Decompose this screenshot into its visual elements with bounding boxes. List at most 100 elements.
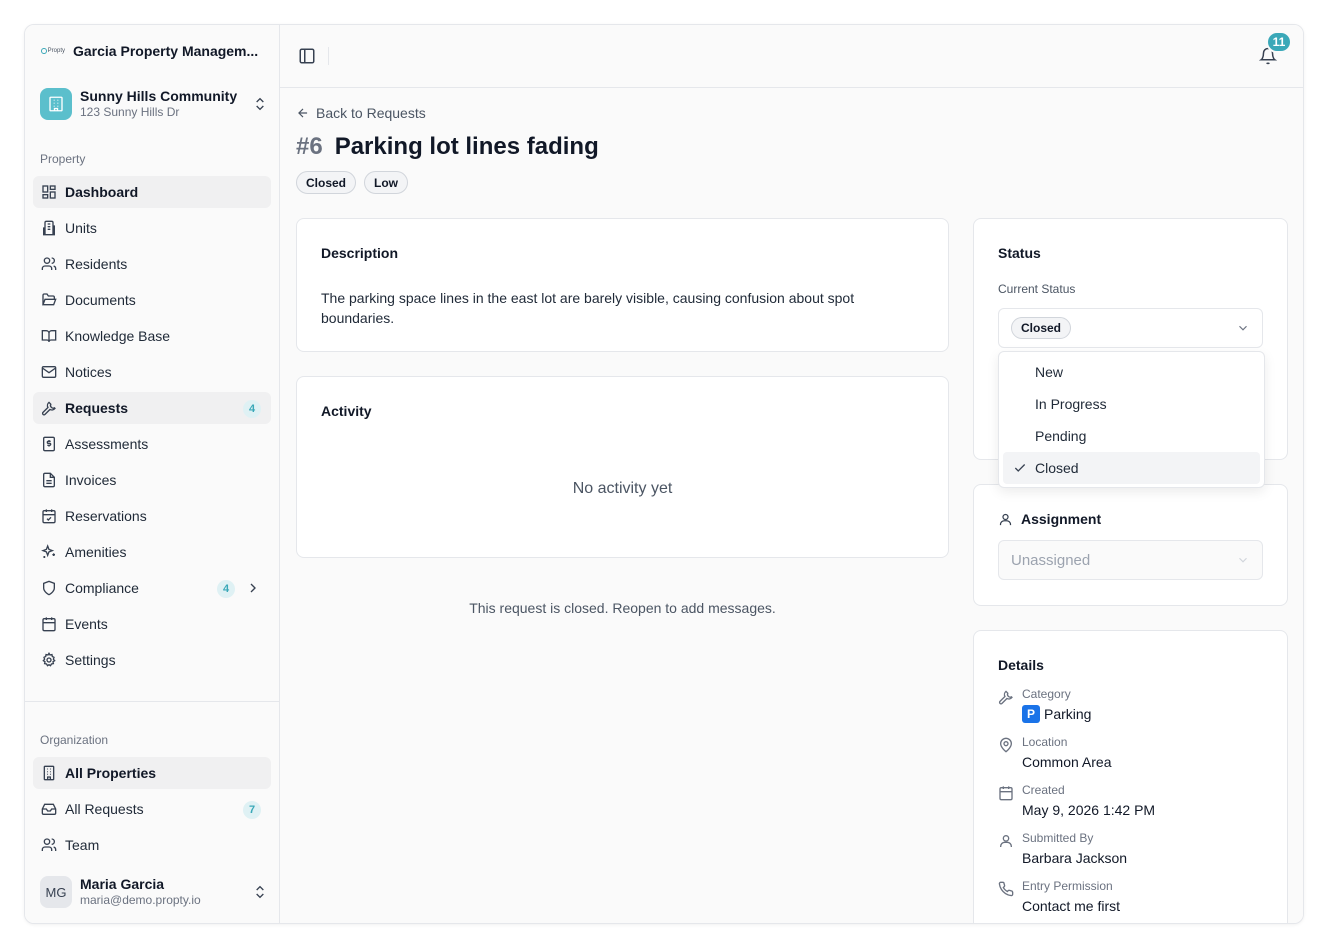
assignee-select-value: Unassigned bbox=[1011, 551, 1091, 569]
sidebar-item-label: Team bbox=[65, 837, 100, 853]
sidebar-item-label: Amenities bbox=[65, 544, 127, 560]
sidebar-item-events[interactable]: Events bbox=[33, 608, 271, 640]
closed-request-note: This request is closed. Reopen to add me… bbox=[469, 600, 776, 616]
status-option-closed[interactable]: Closed bbox=[1003, 452, 1260, 484]
sidebar-item-reservations[interactable]: Reservations bbox=[33, 500, 271, 532]
assignment-title: Assignment bbox=[1021, 511, 1102, 527]
building-icon bbox=[40, 88, 72, 120]
sidebar-item-assessments[interactable]: Assessments bbox=[33, 428, 271, 460]
sidebar-item-amenities[interactable]: Amenities bbox=[33, 536, 271, 568]
file-text-icon bbox=[41, 472, 57, 488]
organization-nav: All Properties All Requests 7 Team bbox=[33, 757, 271, 865]
assignee-select[interactable]: Unassigned bbox=[998, 540, 1263, 580]
building-icon bbox=[41, 765, 57, 781]
notification-count-badge: 11 bbox=[1266, 31, 1292, 53]
page-title: #6 Parking lot lines fading bbox=[296, 133, 599, 161]
detail-label: Category bbox=[1022, 687, 1071, 701]
status-option-new[interactable]: New bbox=[1003, 356, 1260, 388]
assignment-header: Assignment bbox=[998, 511, 1101, 527]
folder-open-icon bbox=[41, 292, 57, 308]
sidebar-item-team[interactable]: Team bbox=[33, 829, 271, 861]
detail-label: Location bbox=[1022, 735, 1068, 749]
chevron-down-icon bbox=[1239, 325, 1247, 331]
sidebar-item-invoices[interactable]: Invoices bbox=[33, 464, 271, 496]
status-select-value: Closed bbox=[1011, 317, 1072, 339]
sidebar-item-label: Compliance bbox=[65, 580, 139, 596]
property-switcher[interactable]: Sunny Hills Community 123 Sunny Hills Dr bbox=[40, 87, 268, 121]
status-select[interactable]: Closed bbox=[998, 308, 1263, 348]
status-option-label: Closed bbox=[1035, 460, 1079, 476]
status-option-pending[interactable]: Pending bbox=[1003, 420, 1260, 452]
detail-label: Entry Permission bbox=[1022, 879, 1113, 893]
gear-icon bbox=[41, 652, 57, 668]
detail-location: Location Common Area bbox=[998, 735, 1111, 772]
user-name: Maria Garcia bbox=[80, 876, 165, 892]
section-label-property: Property bbox=[40, 152, 86, 166]
activity-title: Activity bbox=[321, 403, 372, 419]
sidebar-item-label: Reservations bbox=[65, 508, 147, 524]
details-title: Details bbox=[998, 657, 1044, 673]
sidebar-item-label: Dashboard bbox=[65, 184, 139, 200]
status-badge: Closed bbox=[296, 171, 357, 194]
user-menu[interactable]: MG Maria Garcia maria@demo.propty.io bbox=[40, 875, 268, 909]
current-status-label: Current Status bbox=[998, 282, 1076, 296]
building-icon bbox=[41, 220, 57, 236]
sidebar-item-knowledge-base[interactable]: Knowledge Base bbox=[33, 320, 271, 352]
sidebar-item-compliance[interactable]: Compliance 4 bbox=[33, 572, 271, 604]
topbar-separator bbox=[328, 47, 329, 65]
calendar-icon bbox=[999, 786, 1013, 801]
request-title: Parking lot lines fading bbox=[334, 133, 599, 160]
detail-label: Submitted By bbox=[1022, 831, 1094, 845]
priority-badge: Low bbox=[364, 171, 409, 194]
sidebar-toggle-icon[interactable] bbox=[298, 47, 316, 65]
sidebar-item-settings[interactable]: Settings bbox=[33, 644, 271, 676]
activity-card: Activity No activity yet bbox=[296, 376, 949, 558]
sidebar: Propty Garcia Property Managem... Sunny … bbox=[25, 25, 280, 923]
parking-icon: P bbox=[1022, 705, 1040, 723]
sidebar-item-residents[interactable]: Residents bbox=[33, 248, 271, 280]
chevron-right-icon[interactable] bbox=[245, 580, 261, 596]
description-title: Description bbox=[321, 245, 399, 261]
back-to-requests-link[interactable]: Back to Requests bbox=[296, 105, 426, 121]
sidebar-item-label: Settings bbox=[65, 652, 116, 668]
sidebar-item-documents[interactable]: Documents bbox=[33, 284, 271, 316]
phone-icon bbox=[998, 881, 1014, 897]
detail-value: Parking bbox=[1044, 706, 1092, 722]
users-icon bbox=[41, 256, 57, 272]
requests-count-badge: 4 bbox=[243, 400, 261, 418]
sidebar-item-dashboard[interactable]: Dashboard bbox=[33, 176, 271, 208]
status-option-in-progress[interactable]: In Progress bbox=[1003, 388, 1260, 420]
wrench-icon bbox=[41, 400, 57, 416]
dashboard-icon bbox=[41, 184, 57, 200]
sparkles-icon bbox=[41, 544, 57, 560]
detail-value: Barbara Jackson bbox=[1022, 850, 1128, 866]
sidebar-item-label: Notices bbox=[65, 364, 112, 380]
sidebar-item-label: All Requests bbox=[65, 801, 144, 817]
sidebar-item-notices[interactable]: Notices bbox=[33, 356, 271, 388]
sidebar-item-requests[interactable]: Requests 4 bbox=[33, 392, 271, 424]
org-header[interactable]: Propty Garcia Property Managem... bbox=[41, 43, 269, 59]
avatar: MG bbox=[40, 876, 72, 908]
topbar: 11 bbox=[280, 25, 1303, 88]
org-name: Garcia Property Managem... bbox=[73, 43, 259, 59]
users-icon bbox=[41, 837, 57, 853]
chevrons-up-down-icon bbox=[256, 97, 264, 111]
property-address: 123 Sunny Hills Dr bbox=[80, 105, 180, 119]
sidebar-item-units[interactable]: Units bbox=[33, 212, 271, 244]
sidebar-item-label: Residents bbox=[65, 256, 128, 272]
chevron-down-icon bbox=[1239, 557, 1247, 563]
check-icon bbox=[1014, 464, 1026, 472]
detail-value: Common Area bbox=[1022, 754, 1112, 770]
sidebar-item-label: All Properties bbox=[65, 765, 157, 781]
shield-icon bbox=[41, 580, 57, 596]
arrow-left-icon bbox=[298, 108, 308, 118]
property-nav: Dashboard Units Residents Documents Know… bbox=[33, 176, 271, 680]
status-title: Status bbox=[998, 245, 1041, 261]
detail-label: Created bbox=[1022, 783, 1065, 797]
description-text: The parking space lines in the east lot … bbox=[321, 290, 855, 326]
activity-empty-state: No activity yet bbox=[572, 480, 673, 497]
sidebar-item-all-properties[interactable]: All Properties bbox=[33, 757, 271, 789]
sidebar-item-all-requests[interactable]: All Requests 7 bbox=[33, 793, 271, 825]
compliance-count-badge: 4 bbox=[217, 580, 235, 598]
user-email: maria@demo.propty.io bbox=[80, 893, 201, 907]
